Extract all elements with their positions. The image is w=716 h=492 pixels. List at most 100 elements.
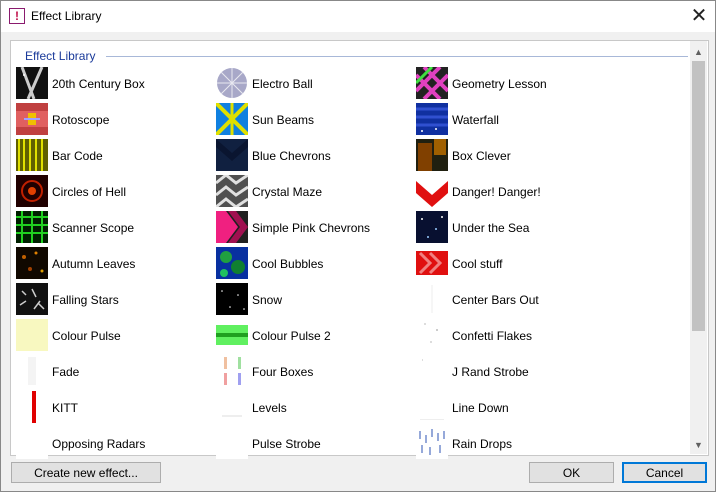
effect-thumbnail-icon — [216, 283, 248, 315]
effect-thumbnail-icon — [16, 67, 48, 99]
effect-library-window: ! Effect Library ✕ Effect Library 20th C… — [0, 0, 716, 492]
effect-label: Sun Beams — [252, 113, 315, 127]
effect-thumbnail-icon — [216, 355, 248, 387]
effect-item[interactable]: 20th Century Box — [16, 67, 211, 101]
effect-thumbnail-icon — [416, 283, 448, 315]
ok-button[interactable]: OK — [529, 462, 614, 483]
effect-item[interactable]: Circles of Hell — [16, 175, 211, 209]
effect-thumbnail-icon — [16, 247, 48, 279]
effect-item[interactable]: Electro Ball — [216, 67, 411, 101]
effect-item[interactable]: Simple Pink Chevrons — [216, 211, 411, 245]
effect-label: Scanner Scope — [52, 221, 135, 235]
effect-label: 20th Century Box — [52, 77, 145, 91]
vertical-scrollbar[interactable]: ▲ ▼ — [690, 41, 707, 454]
effect-label: Rotoscope — [52, 113, 110, 127]
effect-label: J Rand Strobe — [452, 365, 529, 379]
effect-label: Rain Drops — [452, 437, 513, 451]
effect-thumbnail-icon — [16, 391, 48, 423]
effect-item[interactable]: Under the Sea — [416, 211, 611, 245]
effect-item[interactable]: Levels — [216, 391, 411, 425]
scrollbar-thumb[interactable] — [692, 61, 705, 331]
window-title: Effect Library — [31, 9, 102, 23]
effect-label: Bar Code — [52, 149, 103, 163]
effect-label: Simple Pink Chevrons — [252, 221, 371, 235]
effect-label: Crystal Maze — [252, 185, 323, 199]
effect-item[interactable]: Opposing Radars — [16, 427, 211, 461]
effect-thumbnail-icon — [216, 103, 248, 135]
effect-item[interactable]: Crystal Maze — [216, 175, 411, 209]
effect-item[interactable]: Geometry Lesson — [416, 67, 611, 101]
effect-thumbnail-icon — [16, 103, 48, 135]
scroll-up-icon[interactable]: ▲ — [690, 44, 707, 61]
effect-label: Pulse Strobe — [252, 437, 321, 451]
effect-thumbnail-icon — [416, 319, 448, 351]
effect-label: Circles of Hell — [52, 185, 127, 199]
effect-item[interactable]: Fade — [16, 355, 211, 389]
effect-thumbnail-icon — [16, 427, 48, 459]
effect-label: Falling Stars — [52, 293, 119, 307]
effect-item[interactable]: Pulse Strobe — [216, 427, 411, 461]
effect-thumbnail-icon — [216, 139, 248, 171]
effect-item[interactable]: Cool Bubbles — [216, 247, 411, 281]
effect-item[interactable]: Rain Drops — [416, 427, 611, 461]
effect-thumbnail-icon — [216, 427, 248, 459]
effect-thumbnail-icon — [416, 67, 448, 99]
create-new-effect-button[interactable]: Create new effect... — [11, 462, 161, 483]
effect-item[interactable]: Sun Beams — [216, 103, 411, 137]
effect-item[interactable]: Four Boxes — [216, 355, 411, 389]
effect-item[interactable]: Scanner Scope — [16, 211, 211, 245]
effect-label: Colour Pulse 2 — [252, 329, 331, 343]
effect-item[interactable]: Danger! Danger! — [416, 175, 611, 209]
effect-label: Levels — [252, 401, 287, 415]
effect-item[interactable]: Cool stuff — [416, 247, 611, 281]
effect-thumbnail-icon — [216, 67, 248, 99]
effect-thumbnail-icon — [216, 247, 248, 279]
effect-label: Cool Bubbles — [252, 257, 324, 271]
effect-thumbnail-icon — [216, 211, 248, 243]
effect-label: Autumn Leaves — [52, 257, 136, 271]
effect-thumbnail-icon — [416, 391, 448, 423]
effect-item[interactable]: Snow — [216, 283, 411, 317]
effect-item[interactable]: Blue Chevrons — [216, 139, 411, 173]
effect-item[interactable]: Center Bars Out — [416, 283, 611, 317]
effect-label: Colour Pulse — [52, 329, 121, 343]
effect-thumbnail-icon — [416, 211, 448, 243]
effect-label: Center Bars Out — [452, 293, 539, 307]
close-icon[interactable]: ✕ — [685, 4, 713, 28]
scroll-down-icon[interactable]: ▼ — [690, 437, 707, 454]
cancel-button[interactable]: Cancel — [622, 462, 707, 483]
effect-label: Under the Sea — [452, 221, 530, 235]
warning-icon: ! — [9, 8, 25, 24]
effect-item[interactable]: Colour Pulse — [16, 319, 211, 353]
effect-item[interactable]: KITT — [16, 391, 211, 425]
title-bar[interactable]: ! Effect Library ✕ — [1, 1, 715, 32]
effect-thumbnail-icon — [16, 355, 48, 387]
effect-item[interactable]: Waterfall — [416, 103, 611, 137]
effect-item[interactable]: Line Down — [416, 391, 611, 425]
effect-thumbnail-icon — [16, 319, 48, 351]
effect-item[interactable]: Colour Pulse 2 — [216, 319, 411, 353]
effect-item[interactable]: J Rand Strobe — [416, 355, 611, 389]
effect-list-panel: Effect Library 20th Century Box Electro B… — [10, 40, 709, 459]
effect-item[interactable]: Box Clever — [416, 139, 611, 173]
effect-thumbnail-icon — [416, 175, 448, 207]
effect-label: Danger! Danger! — [452, 185, 541, 199]
effect-item[interactable]: Confetti Flakes — [416, 319, 611, 353]
effect-thumbnail-icon — [216, 175, 248, 207]
effect-label: Waterfall — [452, 113, 499, 127]
effect-label: Blue Chevrons — [252, 149, 331, 163]
group-label: Effect Library — [24, 49, 97, 63]
effect-item[interactable]: Bar Code — [16, 139, 211, 173]
effect-item[interactable]: Autumn Leaves — [16, 247, 211, 281]
effect-thumbnail-icon — [16, 175, 48, 207]
effect-thumbnail-icon — [216, 319, 248, 351]
effect-item[interactable]: Falling Stars — [16, 283, 211, 317]
effect-label: Fade — [52, 365, 80, 379]
effect-item[interactable]: Rotoscope — [16, 103, 211, 137]
group-divider — [106, 56, 688, 57]
effect-thumbnail-icon — [16, 211, 48, 243]
effect-thumbnail-icon — [216, 391, 248, 423]
effect-label: Opposing Radars — [52, 437, 146, 451]
effect-label: Snow — [252, 293, 283, 307]
effect-thumbnail-icon — [16, 139, 48, 171]
